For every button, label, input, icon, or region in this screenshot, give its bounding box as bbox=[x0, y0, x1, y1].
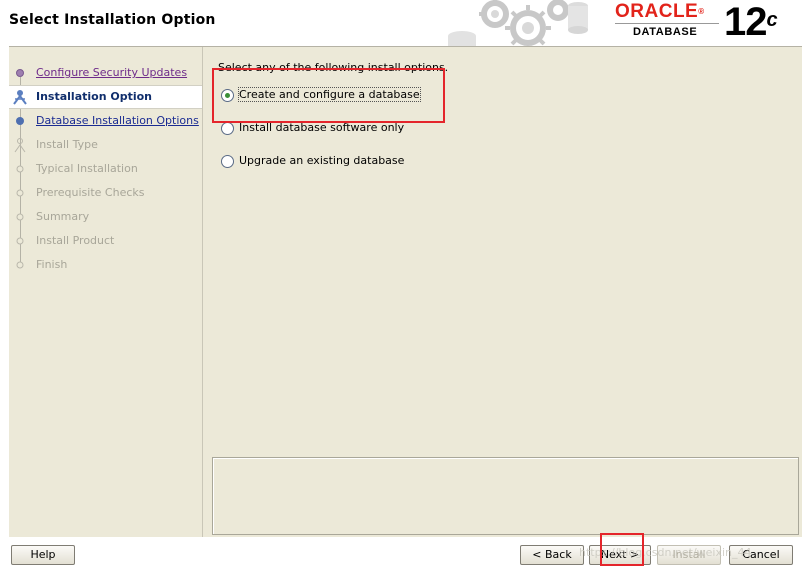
option-label: Upgrade an existing database bbox=[239, 154, 405, 167]
step-typical-installation: Typical Installation bbox=[9, 158, 202, 180]
step-future-icon bbox=[16, 213, 24, 221]
version-badge: 12c bbox=[724, 0, 778, 44]
option-label: Create and configure a database bbox=[238, 87, 421, 102]
step-configure-security-updates[interactable]: Configure Security Updates bbox=[9, 62, 202, 84]
step-label: Install Product bbox=[36, 234, 115, 247]
steps-sidebar: Configure Security Updates Installation … bbox=[9, 47, 203, 537]
step-install-product: Install Product bbox=[9, 230, 202, 252]
step-pending-icon bbox=[16, 117, 24, 125]
step-future-icon bbox=[16, 165, 24, 173]
instruction-text: Select any of the following install opti… bbox=[218, 61, 449, 74]
radio-button-selected[interactable] bbox=[221, 89, 234, 102]
gears-decoration bbox=[448, 0, 588, 46]
step-future-icon bbox=[16, 261, 24, 269]
step-summary: Summary bbox=[9, 206, 202, 228]
step-label: Typical Installation bbox=[36, 162, 138, 175]
page-title: Select Installation Option bbox=[9, 12, 216, 28]
product-name: DATABASE bbox=[633, 26, 698, 38]
radio-button[interactable] bbox=[221, 122, 234, 135]
content-area: Select any of the following install opti… bbox=[203, 47, 802, 537]
step-label: Finish bbox=[36, 258, 68, 271]
step-database-installation-options[interactable]: Database Installation Options bbox=[9, 110, 202, 132]
step-installation-option[interactable]: Installation Option bbox=[9, 85, 202, 109]
step-current-person-icon bbox=[13, 90, 27, 105]
option-label: Install database software only bbox=[239, 121, 405, 134]
watermark-text: https://blog.csdn.net/weixin_44 bbox=[579, 546, 752, 559]
logo-rule bbox=[615, 23, 719, 24]
step-label: Prerequisite Checks bbox=[36, 186, 145, 199]
radio-button[interactable] bbox=[221, 155, 234, 168]
step-done-icon bbox=[16, 69, 24, 77]
header-banner: Select Installation Option ORACLE® DATAB… bbox=[0, 0, 802, 46]
help-button[interactable]: Help bbox=[11, 545, 75, 565]
step-label: Installation Option bbox=[36, 90, 153, 103]
step-install-type: Install Type bbox=[9, 134, 202, 156]
step-label: Install Type bbox=[36, 138, 98, 151]
message-pane bbox=[212, 457, 799, 535]
step-label: Database Installation Options bbox=[36, 114, 199, 127]
back-button[interactable]: < Back bbox=[520, 545, 584, 565]
step-future-icon bbox=[16, 189, 24, 197]
step-label: Configure Security Updates bbox=[36, 66, 188, 79]
step-future-person-icon bbox=[14, 138, 26, 153]
step-finish: Finish bbox=[9, 254, 202, 276]
step-prerequisite-checks: Prerequisite Checks bbox=[9, 182, 202, 204]
oracle-logo: ORACLE® DATABASE bbox=[615, 2, 719, 42]
step-label: Summary bbox=[36, 210, 90, 223]
oracle-wordmark: ORACLE® bbox=[615, 1, 705, 22]
step-future-icon bbox=[16, 237, 24, 245]
